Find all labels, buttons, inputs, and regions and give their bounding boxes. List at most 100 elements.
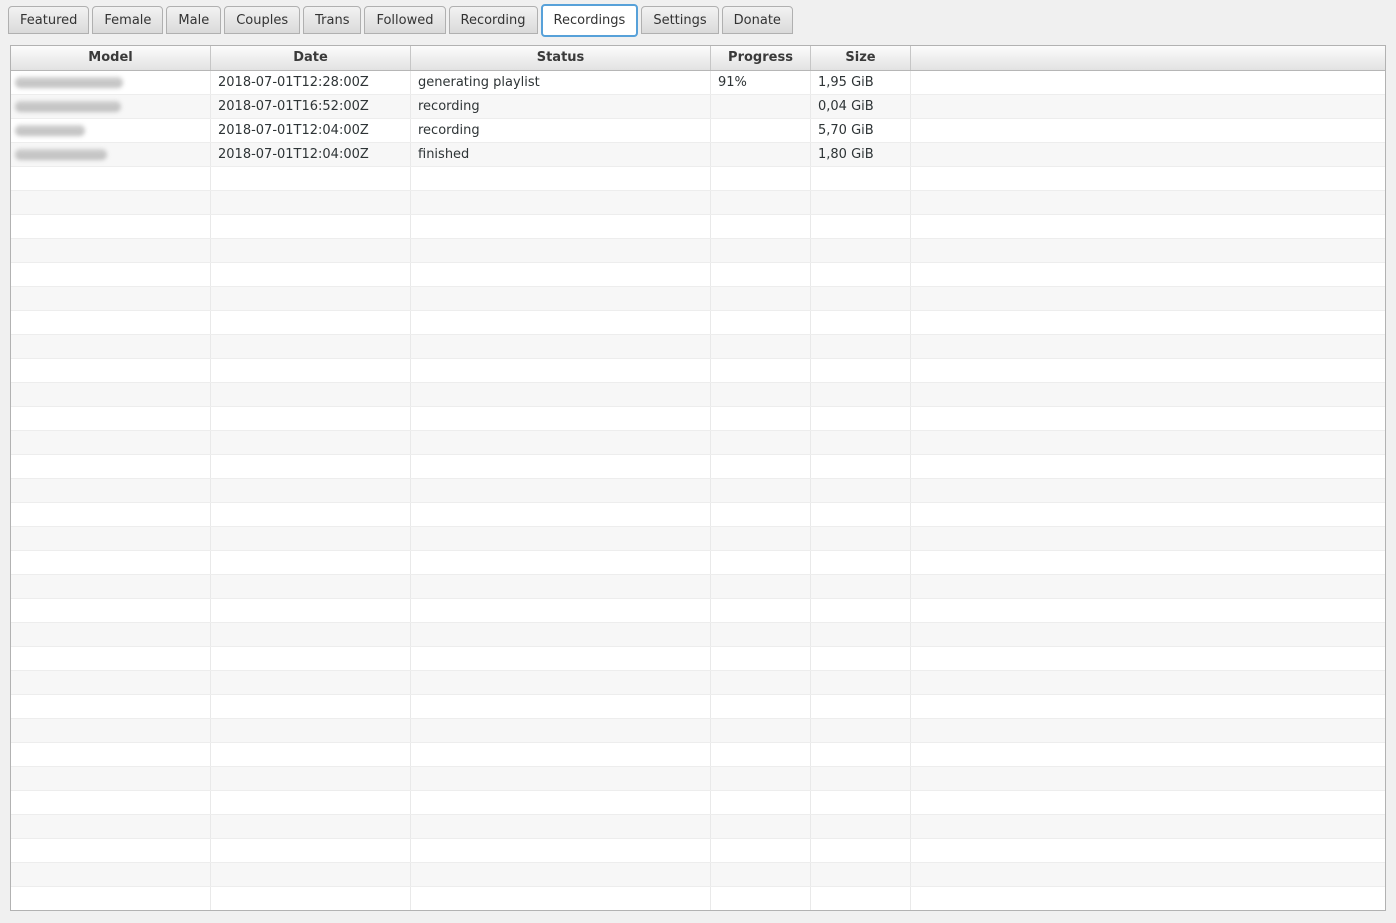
cell-filler [911,383,1385,406]
cell-model [11,191,211,214]
table-row-empty [11,359,1385,383]
tab-couples[interactable]: Couples [224,6,301,34]
table-row-empty [11,215,1385,239]
table-row-empty [11,599,1385,623]
column-header-date[interactable]: Date [211,46,411,70]
cell-date [211,815,411,838]
column-header-status[interactable]: Status [411,46,711,70]
table-row-empty [11,647,1385,671]
cell-model [11,479,211,502]
tab-featured[interactable]: Featured [8,6,90,34]
table-row-empty [11,287,1385,311]
column-header-model[interactable]: Model [11,46,211,70]
cell-model [11,575,211,598]
cell-date [211,335,411,358]
cell-status [411,191,711,214]
cell-status [411,671,711,694]
cell-status [411,791,711,814]
cell-filler [911,815,1385,838]
cell-status [411,239,711,262]
cell-size [811,647,911,670]
table-row[interactable]: 2018-07-01T12:04:00Z finished 1,80 GiB [11,143,1385,167]
cell-model [11,287,211,310]
tab-female[interactable]: Female [92,6,164,34]
cell-filler [911,407,1385,430]
cell-filler [911,143,1385,166]
cell-status: recording [411,95,711,118]
cell-model [11,599,211,622]
cell-filler [911,719,1385,742]
cell-status [411,263,711,286]
cell-date [211,167,411,190]
cell-model [11,743,211,766]
table-row-empty [11,863,1385,887]
cell-date [211,263,411,286]
cell-filler [911,647,1385,670]
cell-model [11,143,211,166]
cell-date [211,503,411,526]
cell-progress [711,719,811,742]
cell-filler [911,95,1385,118]
cell-filler [911,431,1385,454]
cell-status [411,287,711,310]
cell-filler [911,503,1385,526]
cell-size [811,671,911,694]
cell-status [411,767,711,790]
table-row[interactable]: 2018-07-01T12:04:00Z recording 5,70 GiB [11,119,1385,143]
cell-status [411,863,711,886]
cell-date [211,551,411,574]
cell-progress [711,335,811,358]
tab-donate[interactable]: Donate [721,6,793,34]
tab-trans[interactable]: Trans [303,6,362,34]
table-row-empty [11,167,1385,191]
table-row-empty [11,311,1385,335]
table-row-empty [11,455,1385,479]
redacted-model-name [15,77,123,88]
cell-filler [911,551,1385,574]
cell-model [11,407,211,430]
table-row-empty [11,191,1385,215]
table-row[interactable]: 2018-07-01T16:52:00Z recording 0,04 GiB [11,95,1385,119]
cell-progress [711,287,811,310]
table-row-empty [11,527,1385,551]
cell-date [211,575,411,598]
cell-filler [911,863,1385,886]
cell-progress [711,263,811,286]
cell-progress [711,791,811,814]
cell-progress [711,887,811,910]
cell-size [811,695,911,718]
table-body: 2018-07-01T12:28:00Z generating playlist 9… [11,71,1385,910]
tab-recordings[interactable]: Recordings [540,4,639,37]
cell-date [211,695,411,718]
cell-model [11,95,211,118]
column-header-progress[interactable]: Progress [711,46,811,70]
cell-progress [711,119,811,142]
cell-progress: 91% [711,71,811,94]
cell-status: generating playlist [411,71,711,94]
cell-progress [711,623,811,646]
cell-size [811,503,911,526]
cell-model [11,863,211,886]
table-row-empty [11,815,1385,839]
cell-filler [911,359,1385,382]
table-row-empty [11,719,1385,743]
column-header-size[interactable]: Size [811,46,911,70]
tab-male[interactable]: Male [166,6,222,34]
cell-progress [711,647,811,670]
table-row-empty [11,335,1385,359]
cell-filler [911,671,1385,694]
cell-status [411,887,711,910]
tab-settings[interactable]: Settings [641,6,719,34]
cell-progress [711,551,811,574]
tab-recording[interactable]: Recording [448,6,538,34]
cell-status [411,623,711,646]
cell-filler [911,767,1385,790]
cell-model [11,671,211,694]
cell-progress [711,455,811,478]
tab-followed[interactable]: Followed [364,6,446,34]
cell-date [211,215,411,238]
app-window: Featured Female Male Couples Trans Followed Re… [0,0,1396,923]
cell-size [811,407,911,430]
cell-progress [711,191,811,214]
table-row[interactable]: 2018-07-01T12:28:00Z generating playlist 9… [11,71,1385,95]
